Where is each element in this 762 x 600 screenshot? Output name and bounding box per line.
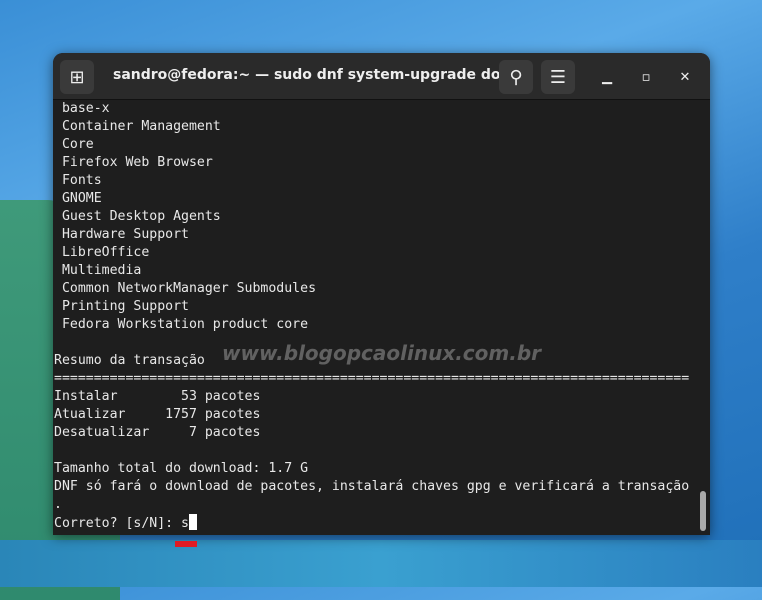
hamburger-menu-icon: ☰ (549, 66, 567, 88)
prompt-text: Correto? [s/N]: s (54, 516, 189, 531)
cursor (188, 514, 197, 530)
search-icon: ⚲ (509, 66, 523, 88)
terminal-line: Printing Support (54, 299, 189, 314)
terminal-line: Atualizar 1757 pacotes (54, 407, 261, 422)
terminal-line: Container Management (54, 119, 221, 134)
close-icon: ✕ (679, 69, 691, 85)
maximize-button[interactable]: ▫ (636, 67, 656, 87)
terminal-line: . (54, 497, 62, 512)
terminal-line: Guest Desktop Agents (54, 209, 221, 224)
terminal-line: Tamanho total do download: 1.7 G (54, 461, 309, 476)
terminal-line: base-x (54, 101, 110, 116)
highlight-marker (175, 541, 197, 547)
terminal-line: Hardware Support (54, 227, 189, 242)
terminal-line: Firefox Web Browser (54, 155, 213, 170)
minimize-icon: ▁ (602, 69, 612, 85)
close-button[interactable]: ✕ (675, 67, 695, 87)
desktop-bottom (0, 540, 762, 587)
terminal-line: Core (54, 137, 94, 152)
maximize-icon: ▫ (641, 69, 651, 85)
terminal-line: Fonts (54, 173, 102, 188)
watermark: www.blogopcaolinux.com.br (222, 341, 542, 365)
prompt-line[interactable]: Correto? [s/N]: s (54, 514, 699, 532)
terminal-line: Fedora Workstation product core (54, 317, 309, 332)
terminal-line: Desatualizar 7 pacotes (54, 425, 261, 440)
window-title: sandro@fedora:~ — sudo dnf system-upgrad… (113, 67, 528, 83)
terminal-line: DNF só fará o download de pacotes, insta… (54, 479, 690, 494)
scrollbar[interactable] (700, 491, 706, 531)
new-tab-icon: ⊞ (69, 66, 85, 88)
terminal-line: GNOME (54, 191, 102, 206)
terminal-output[interactable]: base-x Container Management Core Firefox… (53, 100, 699, 535)
title-bar: ⊞ sandro@fedora:~ — sudo dnf system-upgr… (53, 53, 710, 100)
terminal-window: ⊞ sandro@fedora:~ — sudo dnf system-upgr… (53, 53, 710, 535)
new-tab-button[interactable]: ⊞ (60, 60, 94, 94)
terminal-line: LibreOffice (54, 245, 150, 260)
terminal-line: Common NetworkManager Submodules (54, 281, 317, 296)
terminal-line: ========================================… (54, 371, 690, 386)
terminal-line: Instalar 53 pacotes (54, 389, 261, 404)
minimize-button[interactable]: ▁ (597, 67, 617, 87)
search-button[interactable]: ⚲ (499, 60, 533, 94)
terminal-line: Multimedia (54, 263, 142, 278)
menu-button[interactable]: ☰ (541, 60, 575, 94)
